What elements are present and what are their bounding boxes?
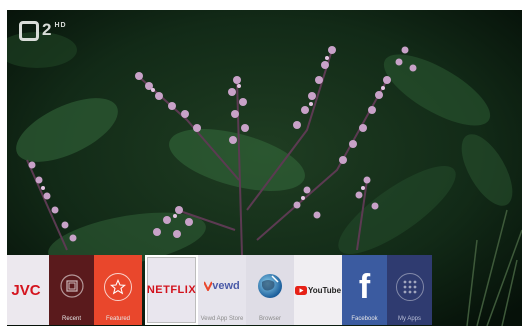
channel-logo: 2 HD	[19, 20, 67, 41]
youtube-tile[interactable]: YouTube	[294, 255, 342, 325]
recent-square-icon	[59, 274, 84, 298]
youtube-play-icon	[294, 285, 307, 295]
featured-ring	[104, 273, 132, 301]
featured-tile[interactable]: Featured	[94, 255, 142, 325]
vewd-logo-group: vewd	[204, 280, 240, 292]
channel-number: 2	[42, 20, 53, 39]
channel-logo-bracket-icon	[19, 21, 39, 41]
featured-caption: Featured	[105, 316, 130, 322]
netflix-logo: NETFLIX	[146, 284, 197, 296]
globe-icon	[258, 274, 282, 298]
browser-tile[interactable]: Browser	[246, 255, 294, 325]
vewd-logo: vewd	[212, 280, 240, 292]
netflix-tile[interactable]: NETFLIX	[145, 255, 198, 325]
vewd-caption: Vewd App Store	[200, 316, 244, 322]
hd-badge: HD	[54, 22, 67, 29]
youtube-logo-group: YouTube	[294, 285, 342, 295]
facebook-f-icon: f	[358, 267, 371, 306]
vewd-app-store-tile[interactable]: vewd Vewd App Store	[198, 255, 246, 325]
vewd-swoosh-icon	[204, 281, 213, 291]
smart-hub-launcher-bar: JVC Recent Featured NETFLIX vewd Vewd Ap…	[7, 255, 447, 325]
my-apps-tile[interactable]: My Apps	[387, 255, 432, 325]
my-apps-caption: My Apps	[397, 316, 421, 322]
youtube-logo: YouTube	[307, 285, 342, 295]
jvc-tile[interactable]: JVC	[7, 255, 49, 325]
facebook-tile[interactable]: f Facebook	[342, 255, 387, 325]
star-icon	[110, 279, 126, 295]
my-apps-ring	[395, 273, 424, 301]
grid-icon	[403, 280, 416, 294]
recent-caption: Recent	[61, 316, 81, 322]
browser-caption: Browser	[258, 316, 281, 322]
jvc-logo: JVC	[11, 281, 41, 299]
tv-screen: 2 HD JVC Recent Featured NETFLIX vewd Ve…	[7, 10, 522, 326]
facebook-caption: Facebook	[351, 316, 378, 322]
recent-tile[interactable]: Recent	[49, 255, 94, 325]
